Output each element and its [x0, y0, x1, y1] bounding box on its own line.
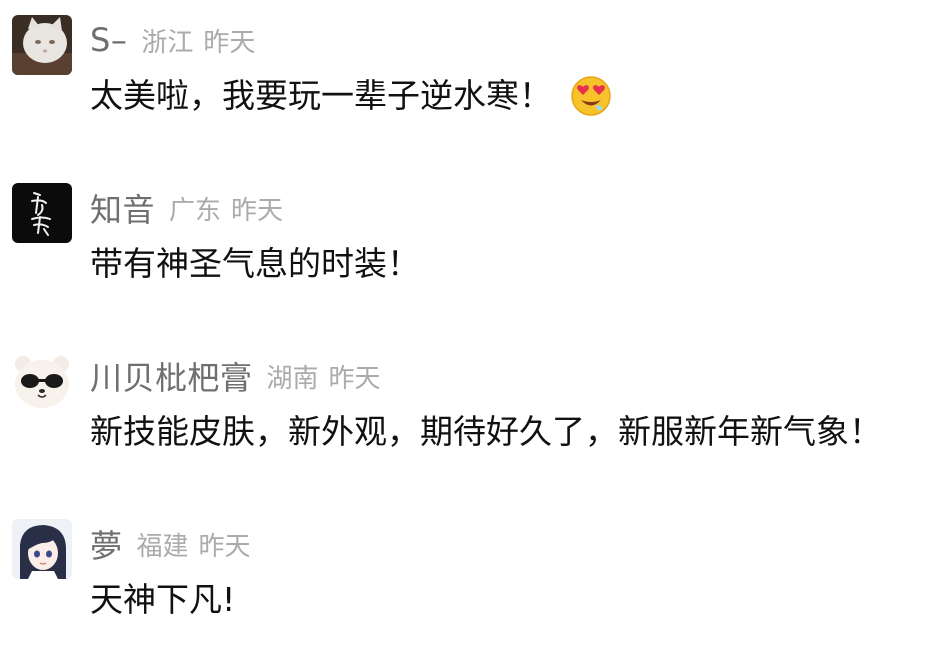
sunglasses-bear-avatar-icon	[12, 351, 72, 411]
comment-meta: 知音 广东 昨天	[90, 186, 283, 230]
comment-text: 带有神圣气息的时装！	[90, 244, 420, 283]
username[interactable]: 知音	[90, 185, 155, 231]
comment-text-row: 新技能皮肤，新外观，期待好久了，新服新年新气象！	[90, 406, 882, 458]
timestamp: 昨天	[328, 363, 381, 394]
comment-text: 新技能皮肤，新外观，期待好久了，新服新年新气象！	[90, 412, 882, 451]
username[interactable]: 川贝枇杷膏	[90, 353, 253, 399]
comment-text-row: 太美啦，我要玩一辈子逆水寒！	[90, 70, 612, 122]
comment-meta: 夢 福建 昨天	[90, 522, 251, 566]
avatar[interactable]	[12, 15, 72, 75]
region-label: 浙江	[141, 27, 194, 58]
comment-item: 川贝枇杷膏 湖南 昨天 新技能皮肤，新外观，期待好久了，新服新年新气象！	[0, 336, 944, 504]
calligraphy-avatar-icon	[12, 183, 72, 243]
username[interactable]: S–	[90, 21, 127, 59]
comment-item: 知音 广东 昨天 带有神圣气息的时装！	[0, 168, 944, 336]
comment-item: S– 浙江 昨天 太美啦，我要玩一辈子逆水寒！	[0, 0, 944, 168]
comment-text: 太美啦，我要玩一辈子逆水寒！	[90, 76, 552, 115]
avatar[interactable]	[12, 183, 72, 243]
avatar[interactable]	[12, 351, 72, 411]
region-label: 广东	[169, 195, 222, 226]
comment-text: 天神下凡!	[90, 580, 236, 619]
region-label: 福建	[136, 531, 189, 562]
timestamp: 昨天	[203, 27, 256, 58]
comment-text-row: 带有神圣气息的时装！	[90, 238, 420, 290]
anime-girl-avatar-icon	[12, 519, 72, 579]
comment-item: 夢 福建 昨天 天神下凡!	[0, 504, 944, 672]
username[interactable]: 夢	[90, 521, 123, 567]
region-label: 湖南	[266, 363, 319, 394]
comment-meta: S– 浙江 昨天	[90, 18, 255, 62]
white-cat-avatar-icon	[12, 15, 72, 75]
timestamp: 昨天	[198, 531, 251, 562]
timestamp: 昨天	[231, 195, 284, 226]
comment-text-row: 天神下凡!	[90, 574, 235, 626]
heart-eyes-emoji-icon	[570, 75, 612, 117]
avatar[interactable]	[12, 519, 72, 579]
comment-meta: 川贝枇杷膏 湖南 昨天	[90, 354, 381, 398]
